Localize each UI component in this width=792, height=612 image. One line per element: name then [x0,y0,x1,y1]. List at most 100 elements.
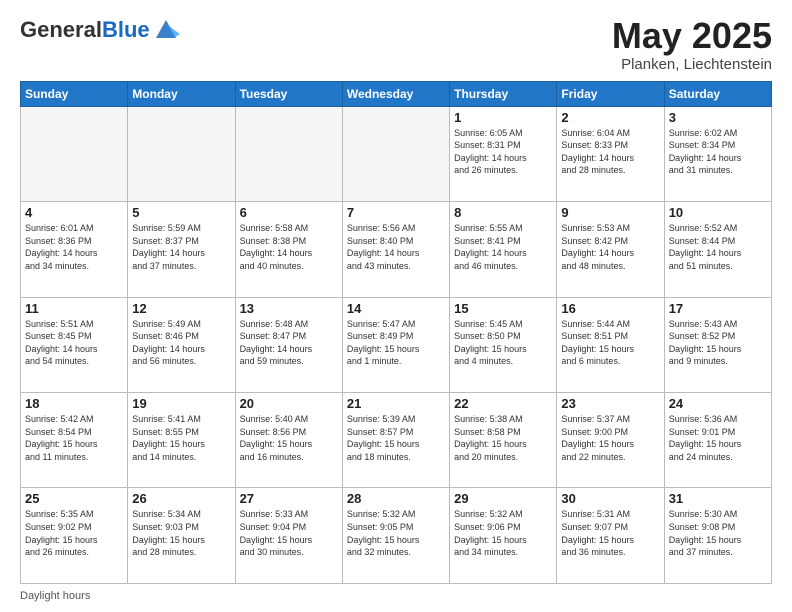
day-info: Sunrise: 6:01 AM Sunset: 8:36 PM Dayligh… [25,222,123,272]
day-info: Sunrise: 5:35 AM Sunset: 9:02 PM Dayligh… [25,508,123,558]
days-of-week-row: SundayMondayTuesdayWednesdayThursdayFrid… [21,81,772,106]
footer: Daylight hours [20,590,772,602]
dow-header-tuesday: Tuesday [235,81,342,106]
dow-header-wednesday: Wednesday [342,81,449,106]
day-number: 11 [25,301,123,316]
calendar-cell: 31 Sunrise: 5:30 AM Sunset: 9:08 PM Dayli… [664,488,771,584]
day-info: Sunrise: 5:30 AM Sunset: 9:08 PM Dayligh… [669,508,767,558]
day-number: 8 [454,205,552,220]
day-number: 14 [347,301,445,316]
day-number: 18 [25,396,123,411]
daylight-label: Daylight hours [20,590,90,602]
logo: GeneralBlue [20,16,180,44]
dow-header-friday: Friday [557,81,664,106]
day-number: 27 [240,491,338,506]
calendar-cell: 3 Sunrise: 6:02 AM Sunset: 8:34 PM Daylig… [664,106,771,201]
calendar-cell: 28 Sunrise: 5:32 AM Sunset: 9:05 PM Dayli… [342,488,449,584]
calendar-cell: 19 Sunrise: 5:41 AM Sunset: 8:55 PM Dayli… [128,393,235,488]
month-title: May 2025 [612,16,772,56]
calendar-cell: 25Sunrise: 5:35 AM Sunset: 9:02 PM Dayli… [21,488,128,584]
day-number: 28 [347,491,445,506]
day-info: Sunrise: 5:48 AM Sunset: 8:47 PM Dayligh… [240,318,338,368]
day-number: 19 [132,396,230,411]
calendar-cell: 20 Sunrise: 5:40 AM Sunset: 8:56 PM Dayli… [235,393,342,488]
day-info: Sunrise: 5:55 AM Sunset: 8:41 PM Dayligh… [454,222,552,272]
week-row-4: 18 Sunrise: 5:42 AM Sunset: 8:54 PM Dayli… [21,393,772,488]
day-number: 31 [669,491,767,506]
calendar-cell [235,106,342,201]
day-number: 21 [347,396,445,411]
day-info: Sunrise: 5:37 AM Sunset: 9:00 PM Dayligh… [561,413,659,463]
calendar-cell: 26 Sunrise: 5:34 AM Sunset: 9:03 PM Dayli… [128,488,235,584]
day-number: 22 [454,396,552,411]
day-number: 3 [669,110,767,125]
day-number: 9 [561,205,659,220]
calendar-cell: 2 Sunrise: 6:04 AM Sunset: 8:33 PM Daylig… [557,106,664,201]
dow-header-monday: Monday [128,81,235,106]
day-number: 2 [561,110,659,125]
day-number: 17 [669,301,767,316]
calendar-cell [21,106,128,201]
week-row-3: 11Sunrise: 5:51 AM Sunset: 8:45 PM Dayli… [21,297,772,392]
day-info: Sunrise: 5:58 AM Sunset: 8:38 PM Dayligh… [240,222,338,272]
calendar-cell: 29Sunrise: 5:32 AM Sunset: 9:06 PM Dayli… [450,488,557,584]
calendar-cell: 15Sunrise: 5:45 AM Sunset: 8:50 PM Dayli… [450,297,557,392]
day-number: 20 [240,396,338,411]
day-info: Sunrise: 5:43 AM Sunset: 8:52 PM Dayligh… [669,318,767,368]
calendar-cell: 17 Sunrise: 5:43 AM Sunset: 8:52 PM Dayli… [664,297,771,392]
week-row-2: 4Sunrise: 6:01 AM Sunset: 8:36 PM Daylig… [21,202,772,297]
day-info: Sunrise: 5:49 AM Sunset: 8:46 PM Dayligh… [132,318,230,368]
day-number: 12 [132,301,230,316]
dow-header-thursday: Thursday [450,81,557,106]
day-info: Sunrise: 6:04 AM Sunset: 8:33 PM Dayligh… [561,127,659,177]
calendar-cell: 27Sunrise: 5:33 AM Sunset: 9:04 PM Dayli… [235,488,342,584]
calendar-cell: 6 Sunrise: 5:58 AM Sunset: 8:38 PM Daylig… [235,202,342,297]
calendar-cell: 11Sunrise: 5:51 AM Sunset: 8:45 PM Dayli… [21,297,128,392]
day-number: 24 [669,396,767,411]
calendar-cell: 23 Sunrise: 5:37 AM Sunset: 9:00 PM Dayli… [557,393,664,488]
day-info: Sunrise: 5:41 AM Sunset: 8:55 PM Dayligh… [132,413,230,463]
day-info: Sunrise: 5:47 AM Sunset: 8:49 PM Dayligh… [347,318,445,368]
calendar-cell: 21 Sunrise: 5:39 AM Sunset: 8:57 PM Dayli… [342,393,449,488]
calendar-cell: 12 Sunrise: 5:49 AM Sunset: 8:46 PM Dayli… [128,297,235,392]
calendar-cell: 18 Sunrise: 5:42 AM Sunset: 8:54 PM Dayli… [21,393,128,488]
page: GeneralBlue May 2025 Planken, Liechtenst… [0,0,792,612]
dow-header-saturday: Saturday [664,81,771,106]
day-info: Sunrise: 5:39 AM Sunset: 8:57 PM Dayligh… [347,413,445,463]
calendar-cell: 8 Sunrise: 5:55 AM Sunset: 8:41 PM Daylig… [450,202,557,297]
calendar-cell: 22Sunrise: 5:38 AM Sunset: 8:58 PM Dayli… [450,393,557,488]
calendar-cell: 16Sunrise: 5:44 AM Sunset: 8:51 PM Dayli… [557,297,664,392]
dow-header-sunday: Sunday [21,81,128,106]
day-number: 7 [347,205,445,220]
day-number: 6 [240,205,338,220]
day-info: Sunrise: 6:05 AM Sunset: 8:31 PM Dayligh… [454,127,552,177]
header: GeneralBlue May 2025 Planken, Liechtenst… [20,16,772,73]
calendar-cell: 4Sunrise: 6:01 AM Sunset: 8:36 PM Daylig… [21,202,128,297]
logo-icon [152,16,180,44]
day-info: Sunrise: 5:40 AM Sunset: 8:56 PM Dayligh… [240,413,338,463]
calendar-cell: 1Sunrise: 6:05 AM Sunset: 8:31 PM Daylig… [450,106,557,201]
day-number: 23 [561,396,659,411]
calendar-cell: 13 Sunrise: 5:48 AM Sunset: 8:47 PM Dayli… [235,297,342,392]
day-info: Sunrise: 5:59 AM Sunset: 8:37 PM Dayligh… [132,222,230,272]
day-info: Sunrise: 5:32 AM Sunset: 9:05 PM Dayligh… [347,508,445,558]
day-info: Sunrise: 6:02 AM Sunset: 8:34 PM Dayligh… [669,127,767,177]
calendar-cell: 14 Sunrise: 5:47 AM Sunset: 8:49 PM Dayli… [342,297,449,392]
day-number: 26 [132,491,230,506]
calendar-table: SundayMondayTuesdayWednesdayThursdayFrid… [20,81,772,584]
day-info: Sunrise: 5:42 AM Sunset: 8:54 PM Dayligh… [25,413,123,463]
day-number: 29 [454,491,552,506]
day-info: Sunrise: 5:52 AM Sunset: 8:44 PM Dayligh… [669,222,767,272]
day-info: Sunrise: 5:56 AM Sunset: 8:40 PM Dayligh… [347,222,445,272]
day-number: 13 [240,301,338,316]
day-info: Sunrise: 5:36 AM Sunset: 9:01 PM Dayligh… [669,413,767,463]
calendar-body: 1Sunrise: 6:05 AM Sunset: 8:31 PM Daylig… [21,106,772,583]
calendar-cell: 24 Sunrise: 5:36 AM Sunset: 9:01 PM Dayli… [664,393,771,488]
calendar-cell: 10Sunrise: 5:52 AM Sunset: 8:44 PM Dayli… [664,202,771,297]
day-info: Sunrise: 5:53 AM Sunset: 8:42 PM Dayligh… [561,222,659,272]
day-info: Sunrise: 5:45 AM Sunset: 8:50 PM Dayligh… [454,318,552,368]
day-info: Sunrise: 5:34 AM Sunset: 9:03 PM Dayligh… [132,508,230,558]
day-number: 16 [561,301,659,316]
calendar-cell: 5 Sunrise: 5:59 AM Sunset: 8:37 PM Daylig… [128,202,235,297]
day-number: 5 [132,205,230,220]
